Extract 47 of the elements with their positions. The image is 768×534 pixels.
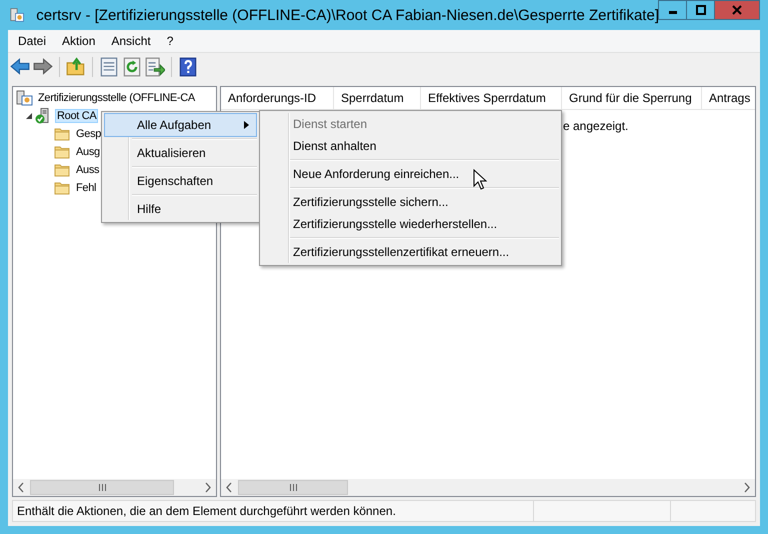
menu-item[interactable]: Eigenschaften: [104, 169, 257, 193]
help-icon[interactable]: [178, 56, 198, 76]
menu-item[interactable]: Zertifizierungsstelle sichern...: [262, 191, 559, 213]
refresh-icon[interactable]: [122, 56, 142, 76]
column-header[interactable]: Antrags: [702, 87, 755, 109]
menu-item[interactable]: Zertifizierungsstellenzertifikat erneuern...: [262, 241, 559, 263]
back-icon[interactable]: [10, 56, 30, 76]
column-header[interactable]: Effektives Sperrdatum: [421, 87, 562, 109]
column-header[interactable]: Grund für die Sperrung: [562, 87, 702, 109]
menu-item[interactable]: Datei: [10, 34, 54, 48]
menu-item[interactable]: Alle Aufgaben: [104, 113, 257, 137]
tree-item[interactable]: Zertifizierungsstelle (OFFLINE-CA: [36, 91, 197, 105]
tree-item[interactable]: Ausg: [74, 145, 102, 159]
certificate-authority-icon: [16, 90, 33, 106]
minimize-button[interactable]: [658, 0, 687, 20]
forward-icon[interactable]: [33, 56, 53, 76]
folder-icon: [54, 162, 71, 178]
column-header[interactable]: Sperrdatum: [334, 87, 421, 109]
folder-up-icon[interactable]: [66, 56, 86, 76]
tree-item[interactable]: Root CA: [55, 109, 98, 123]
menu-item[interactable]: Zertifizierungsstelle wiederherstellen...: [262, 213, 559, 235]
column-header[interactable]: Anforderungs-ID: [221, 87, 334, 109]
menu-item[interactable]: Dienst anhalten: [262, 135, 559, 157]
empty-list-message: e angezeigt.: [563, 119, 628, 133]
export-list-icon[interactable]: [145, 56, 165, 76]
app-icon: [10, 6, 24, 24]
menu-item[interactable]: Ansicht: [103, 34, 159, 48]
close-button[interactable]: [714, 0, 760, 20]
tree-item[interactable]: Gesp: [74, 127, 104, 141]
tree-item[interactable]: Auss: [74, 163, 102, 177]
folder-icon: [54, 144, 71, 160]
menu-item[interactable]: Aktualisieren: [104, 141, 257, 165]
folder-icon: [54, 180, 71, 196]
maximize-icon: [696, 5, 706, 15]
tree-item[interactable]: Fehl: [74, 181, 98, 195]
menu-item[interactable]: Neue Anforderung einreichen...: [262, 163, 559, 185]
close-icon: [732, 5, 742, 15]
menu-item[interactable]: Hilfe: [104, 197, 257, 221]
maximize-button[interactable]: [686, 0, 715, 20]
properties-icon[interactable]: [99, 56, 119, 76]
menu-item[interactable]: Aktion: [54, 34, 104, 48]
menu-item[interactable]: ?: [158, 34, 182, 48]
folder-icon: [54, 126, 71, 142]
status-text: Enthält die Aktionen, die an dem Element durchgeführt werden können.: [16, 503, 397, 520]
scrollbar-thumb[interactable]: [30, 480, 174, 495]
window-title: certsrv - [Zertifizierungsstelle (OFFLINE-CA)\Root CA Fabian-Niesen.de\Gesperrte Zertifikate]: [36, 6, 659, 24]
scrollbar-thumb[interactable]: [238, 480, 348, 495]
